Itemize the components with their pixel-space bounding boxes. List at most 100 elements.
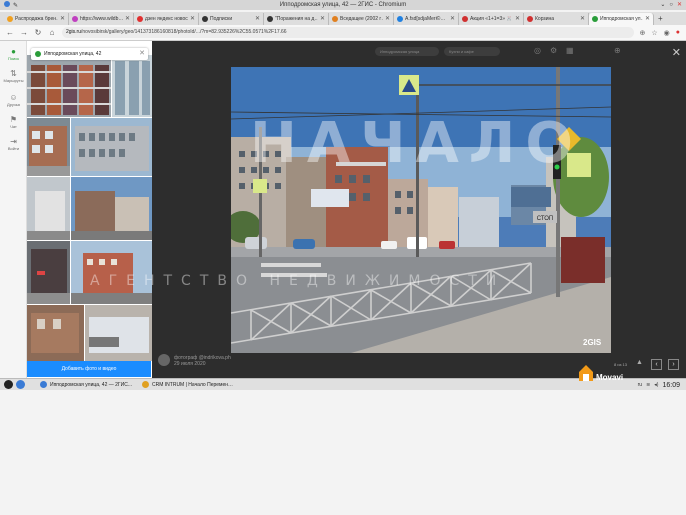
photo-thumbnail[interactable] — [27, 177, 70, 240]
tab-close-icon[interactable]: ✕ — [255, 15, 260, 22]
minimize-icon[interactable]: ⌄ — [660, 0, 665, 10]
zoom-icon[interactable]: ⊕ — [640, 29, 646, 37]
network-icon[interactable]: ≋ — [646, 382, 650, 388]
photo-thumbnail[interactable] — [112, 55, 152, 117]
location-pin-icon: ● — [11, 47, 16, 56]
tab-close-icon[interactable]: ✕ — [385, 15, 390, 22]
extension-icon[interactable]: ● — [676, 29, 680, 37]
tab-label: "Поражения на д… — [275, 15, 318, 22]
tab-favicon-icon — [462, 15, 468, 22]
url-host: 2gis.ru — [66, 29, 82, 35]
new-tab-button[interactable]: + — [654, 14, 663, 23]
app-menu-icon[interactable] — [4, 1, 10, 7]
taskbar-app-icon — [40, 381, 47, 388]
maximize-icon[interactable]: ○ — [669, 0, 673, 10]
tab-label: Подписки — [210, 15, 233, 22]
forward-icon[interactable]: → — [20, 28, 28, 37]
browser-tab[interactable]: "Поражения на д… ✕ — [264, 12, 329, 25]
left-navigation: ● Поиск ⇅ Маршруты ☺ Друзья ⚑ Чат ⇥ Войти — [0, 41, 27, 378]
zoom-in-icon[interactable]: ⊕ — [614, 46, 621, 55]
volume-icon[interactable]: ◂) — [654, 382, 658, 388]
close-viewer-icon[interactable]: ✕ — [672, 46, 681, 59]
taskbar-item[interactable]: Ипподромская улица, 42 — 2ГИС... — [35, 381, 137, 388]
taskbar-item[interactable]: CRM INTRUM | Начало Перемен… — [137, 381, 238, 388]
tab-label: дзен яндекс новос… — [145, 15, 188, 22]
tab-favicon-icon — [332, 15, 338, 22]
tab-favicon-icon — [527, 15, 533, 22]
photo-thumbnail[interactable] — [71, 118, 152, 176]
main-photo: СТОП 2GIS — [231, 67, 611, 353]
stop-sign-text: СТОП — [537, 216, 554, 222]
clock[interactable]: 16:09 — [662, 382, 680, 389]
tab-close-icon[interactable]: ✕ — [580, 15, 585, 22]
browser-tab[interactable]: Акция «1+1=3» 🐰 ✕ — [459, 12, 524, 25]
gallery-panel — [27, 41, 152, 378]
photo-thumbnail[interactable] — [27, 55, 111, 117]
browser-tab[interactable]: https://www.wildb… ✕ — [69, 12, 134, 25]
home-icon[interactable]: ⌂ — [48, 28, 56, 37]
bookmark-star-icon[interactable]: ☆ — [651, 29, 657, 37]
taskbar-app-icon — [142, 381, 149, 388]
friends-icon: ☺ — [9, 93, 18, 102]
tab-close-icon[interactable]: ✕ — [190, 15, 195, 22]
keyboard-layout[interactable]: ru — [638, 382, 642, 388]
tab-close-icon[interactable]: ✕ — [60, 15, 65, 22]
system-tray: ru ≋ ◂) 16:09 — [638, 379, 680, 391]
sidebar-item-label: Маршруты — [3, 78, 24, 83]
photo-thumbnail[interactable] — [85, 305, 152, 361]
tab-strip: Распродажа брен… ✕ https://www.wildb… ✕ дзен… — [0, 12, 686, 25]
taskbar-item-label: Ипподромская улица, 42 — 2ГИС... — [50, 381, 132, 388]
tab-label: Корзина — [535, 15, 555, 22]
start-menu-icon[interactable] — [4, 380, 13, 389]
search-input[interactable]: Ипподромская улица, 42 ✕ — [31, 48, 148, 60]
close-window-icon[interactable]: ✕ — [677, 0, 682, 10]
back-icon[interactable]: ← — [6, 28, 14, 37]
sidebar-item-route[interactable]: ⇅ Маршруты — [0, 69, 27, 83]
taskbar-item-label: CRM INTRUM | Начало Перемен… — [152, 381, 234, 388]
place-pill[interactable]: Ипподромская улица — [375, 47, 439, 56]
photo-thumbnail[interactable] — [27, 118, 70, 176]
url-input[interactable]: 2gis.ru/novosibirsk/gallery/geo/14137318… — [62, 27, 634, 38]
photo-thumbnail[interactable] — [71, 177, 152, 240]
sidebar-item-location-pin[interactable]: ● Поиск — [0, 47, 27, 61]
pin-icon[interactable]: ✎ — [13, 1, 18, 11]
tab-close-icon[interactable]: ✕ — [515, 15, 520, 22]
layers-icon[interactable]: ▦ — [566, 46, 574, 55]
tab-close-icon[interactable]: ✕ — [125, 15, 130, 22]
report-icon[interactable]: ▲ — [636, 359, 643, 366]
sidebar-item-flag[interactable]: ⚑ Чат — [0, 115, 27, 129]
prev-photo-button[interactable]: ‹ — [651, 359, 662, 370]
browser-tab[interactable]: дзен яндекс новос…✕ — [134, 12, 199, 25]
browser-tab[interactable]: Распродажа брен… ✕ — [4, 12, 69, 25]
photo-thumbnail[interactable] — [71, 241, 152, 304]
browser-launcher-icon[interactable] — [16, 380, 25, 389]
sidebar-item-label: Войти — [7, 146, 20, 151]
share-icon[interactable]: ◎ — [534, 46, 541, 55]
add-photo-button[interactable]: Добавить фото и видео — [27, 361, 151, 377]
profile-icon[interactable]: ◉ — [664, 29, 670, 37]
settings-icon[interactable]: ⚙ — [550, 46, 557, 55]
sidebar-item-login[interactable]: ⇥ Войти — [0, 137, 27, 151]
tab-close-icon[interactable]: ✕ — [450, 15, 455, 22]
photo-thumbnail[interactable] — [27, 305, 84, 361]
category-pill[interactable]: Кухни и кафе — [444, 47, 500, 56]
avatar[interactable] — [158, 354, 170, 366]
flag-icon: ⚑ — [9, 115, 18, 124]
tab-close-icon[interactable]: ✕ — [645, 15, 650, 22]
tab-favicon-icon — [137, 15, 143, 22]
tab-close-icon[interactable]: ✕ — [320, 15, 325, 22]
browser-tab[interactable]: Подписки ✕ — [199, 12, 264, 25]
sidebar-item-friends[interactable]: ☺ Друзья — [0, 93, 27, 107]
browser-tab[interactable]: Корзина ✕ — [524, 12, 589, 25]
tab-label: Акция «1+1=3» 🐰 — [470, 15, 513, 22]
browser-tab[interactable]: Ипподромская ул… ✕ — [589, 12, 654, 25]
next-photo-button[interactable]: › — [668, 359, 679, 370]
photo-thumbnail[interactable] — [27, 241, 70, 304]
browser-tab[interactable]: A.fsd[sdjaMeri©… ✕ — [394, 12, 459, 25]
sidebar-item-label: Друзья — [7, 102, 20, 107]
reload-icon[interactable]: ↻ — [34, 28, 42, 37]
sidebar-item-label: Чат — [10, 124, 17, 129]
browser-tab[interactable]: Вседащее (2002 г… ✕ — [329, 12, 394, 25]
url-path: /novosibirsk/gallery/geo/141373186160818… — [81, 29, 287, 35]
clear-search-icon[interactable]: ✕ — [139, 48, 145, 60]
